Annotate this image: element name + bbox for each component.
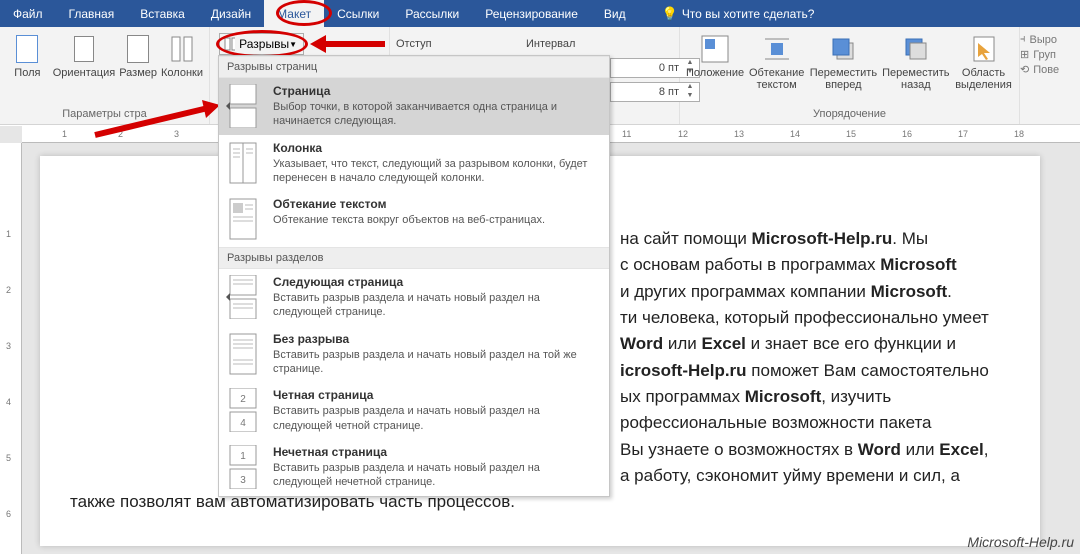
arrange-group-label: Упорядочение xyxy=(686,108,1013,124)
position-icon xyxy=(699,33,731,65)
wrap-label: Обтекание текстом xyxy=(748,67,805,91)
tab-home[interactable]: Главная xyxy=(56,0,128,27)
dd-item-page[interactable]: Страница Выбор точки, в которой заканчив… xyxy=(219,78,609,135)
size-button[interactable]: Размер xyxy=(119,33,157,79)
dd-header-page-breaks: Разрывы страниц xyxy=(219,56,609,78)
tab-insert[interactable]: Вставка xyxy=(127,0,198,27)
tab-references[interactable]: Ссылки xyxy=(324,0,392,27)
tab-strip: Файл Главная Вставка Дизайн Макет Ссылки… xyxy=(0,0,1080,27)
dd-item-odd[interactable]: 13 Нечетная страница Вставить разрыв раз… xyxy=(219,439,609,496)
breaks-dropdown: Разрывы страниц Страница Выбор точки, в … xyxy=(218,55,610,497)
dd-even-desc: Вставить разрыв раздела и начать новый р… xyxy=(273,404,601,433)
size-label: Размер xyxy=(119,67,157,79)
dd-item-column[interactable]: Колонка Указывает, что текст, следующий … xyxy=(219,135,609,192)
dd-nextpage-title: Следующая страница xyxy=(273,275,601,289)
back-icon xyxy=(900,33,932,65)
selpane-icon xyxy=(968,33,1000,65)
svg-text:2: 2 xyxy=(240,394,246,405)
tab-design[interactable]: Дизайн xyxy=(198,0,264,27)
page-setup-group-label: Параметры стра xyxy=(6,108,203,124)
selection-pane-button[interactable]: Область выделения xyxy=(954,33,1013,91)
breaks-button[interactable]: Разрывы ▼ xyxy=(219,33,304,55)
even-break-icon: 24 xyxy=(223,388,263,432)
arrange-extras: ⫞Выро ⊞Груп ⟲Пове xyxy=(1020,27,1066,124)
odd-break-icon: 13 xyxy=(223,445,263,489)
chevron-down-icon: ▼ xyxy=(289,40,297,49)
margins-button[interactable]: Поля xyxy=(6,33,49,79)
dd-header-section-breaks: Разрывы разделов xyxy=(219,247,609,269)
page-break-icon xyxy=(223,84,263,128)
dd-column-desc: Указывает, что текст, следующий за разры… xyxy=(273,157,601,186)
columns-button[interactable]: Колонки xyxy=(161,33,203,79)
vertical-ruler: 1234567 xyxy=(0,143,22,554)
dd-textwrap-desc: Обтекание текста вокруг объектов на веб-… xyxy=(273,213,545,227)
tell-me[interactable]: 💡 Что вы хотите сделать? xyxy=(649,0,828,27)
textwrap-break-icon xyxy=(223,197,263,241)
dd-continuous-title: Без разрыва xyxy=(273,332,601,346)
rotate-button[interactable]: ⟲Пове xyxy=(1020,63,1066,76)
dd-column-title: Колонка xyxy=(273,141,601,155)
dd-item-nextpage[interactable]: Следующая страница Вставить разрыв разде… xyxy=(219,269,609,326)
selpane-label: Область выделения xyxy=(954,67,1013,91)
bulb-icon: 💡 xyxy=(662,6,678,22)
svg-text:3: 3 xyxy=(240,475,246,486)
svg-text:4: 4 xyxy=(240,418,246,429)
breaks-label: Разрывы xyxy=(239,37,289,51)
columns-label: Колонки xyxy=(161,67,203,79)
dd-continuous-desc: Вставить разрыв раздела и начать новый р… xyxy=(273,348,601,377)
tab-layout[interactable]: Макет xyxy=(264,0,324,27)
dd-item-even[interactable]: 24 Четная страница Вставить разрыв разде… xyxy=(219,382,609,439)
nextpage-break-icon xyxy=(223,275,263,319)
orientation-label: Ориентация xyxy=(53,67,115,79)
dd-nextpage-desc: Вставить разрыв раздела и начать новый р… xyxy=(273,291,601,320)
position-button[interactable]: Положение xyxy=(686,33,744,79)
spacing-label: Интервал xyxy=(526,38,575,50)
dd-item-textwrap[interactable]: Обтекание текстом Обтекание текста вокру… xyxy=(219,191,609,247)
dd-page-desc: Выбор точки, в которой заканчивается одн… xyxy=(273,100,601,129)
group-button[interactable]: ⊞Груп xyxy=(1020,48,1066,61)
tab-file[interactable]: Файл xyxy=(0,0,56,27)
dd-page-title: Страница xyxy=(273,84,601,98)
dd-odd-desc: Вставить разрыв раздела и начать новый р… xyxy=(273,461,601,490)
forward-icon xyxy=(827,33,859,65)
svg-text:1: 1 xyxy=(240,451,246,462)
spacing-before-val: 0 пт xyxy=(659,62,679,74)
watermark: Microsoft-Help.ru xyxy=(967,534,1074,550)
wrap-button[interactable]: Обтекание текстом xyxy=(748,33,805,91)
wrap-icon xyxy=(761,33,793,65)
dd-odd-title: Нечетная страница xyxy=(273,445,601,459)
orientation-button[interactable]: Ориентация xyxy=(53,33,115,79)
dd-item-continuous[interactable]: Без разрыва Вставить разрыв раздела и на… xyxy=(219,326,609,383)
send-back-button[interactable]: Переместить назад xyxy=(882,33,950,91)
margins-label: Поля xyxy=(14,67,40,79)
size-icon xyxy=(122,33,154,65)
align-button[interactable]: ⫞Выро xyxy=(1020,33,1066,46)
spacing-after-val: 8 пт xyxy=(659,86,679,98)
continuous-break-icon xyxy=(223,332,263,376)
position-label: Положение xyxy=(686,67,744,79)
tell-me-label: Что вы хотите сделать? xyxy=(682,7,815,21)
margins-icon xyxy=(11,33,43,65)
forward-label: Переместить вперед xyxy=(809,67,877,91)
tab-mailings[interactable]: Рассылки xyxy=(392,0,472,27)
tab-review[interactable]: Рецензирование xyxy=(472,0,591,27)
breaks-icon xyxy=(224,37,235,51)
tab-view[interactable]: Вид xyxy=(591,0,639,27)
dd-even-title: Четная страница xyxy=(273,388,601,402)
dd-textwrap-title: Обтекание текстом xyxy=(273,197,545,211)
orientation-icon xyxy=(68,33,100,65)
back-label: Переместить назад xyxy=(882,67,950,91)
bring-forward-button[interactable]: Переместить вперед xyxy=(809,33,877,91)
column-break-icon xyxy=(223,141,263,185)
columns-icon xyxy=(166,33,198,65)
